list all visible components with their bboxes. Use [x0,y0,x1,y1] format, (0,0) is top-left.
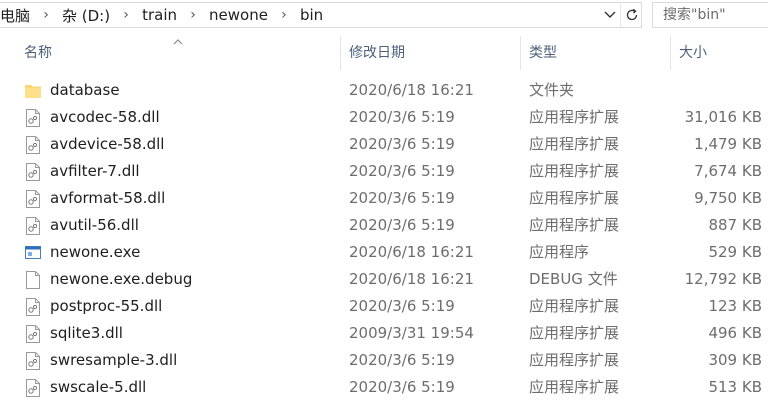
sort-ascending-icon [173,39,183,45]
file-name: avcodec-58.dll [50,108,160,126]
file-row[interactable]: avdevice-58.dll 2020/3/6 5:19 应用程序扩展 1,4… [0,131,768,158]
file-date: 2020/3/6 5:19 [349,189,455,207]
column-header-date[interactable]: 修改日期 [349,36,405,70]
dll-icon [26,298,40,316]
file-date: 2020/3/6 5:19 [349,162,455,180]
file-type: 应用程序扩展 [529,135,620,153]
search-input[interactable]: 搜索"bin" [652,2,768,28]
dll-icon [26,379,40,397]
file-row[interactable]: database 2020/6/18 16:21 文件夹 [0,77,768,104]
file-size: 31,016 KB [684,108,762,126]
file-type: 应用程序扩展 [529,351,620,369]
file-date: 2020/3/6 5:19 [349,135,455,153]
file-type: 应用程序扩展 [529,189,620,207]
file-type: 应用程序扩展 [529,162,620,180]
file-date: 2020/3/6 5:19 [349,378,455,396]
folder-icon [25,85,41,98]
file-explorer: 电脑 › 杂 (D:) › train › newone › bin 搜索"bi… [0,0,768,404]
file-row[interactable]: avformat-58.dll 2020/3/6 5:19 应用程序扩展 9,7… [0,185,768,212]
file-type: 应用程序扩展 [529,378,620,396]
file-size: 123 KB [708,297,762,315]
exe-icon [25,246,41,259]
file-size: 12,792 KB [684,270,762,288]
file-type: 应用程序扩展 [529,297,620,315]
breadcrumb: 电脑 › 杂 (D:) › train › newone › bin [0,3,325,27]
file-size: 309 KB [708,351,762,369]
file-name: swscale-5.dll [50,378,147,396]
breadcrumb-separator[interactable]: › [270,7,298,23]
column-divider[interactable] [340,36,341,70]
file-date: 2020/3/6 5:19 [349,297,455,315]
breadcrumb-item-newone[interactable]: newone [207,6,270,24]
breadcrumb-item-bin[interactable]: bin [298,6,325,24]
file-size: 7,674 KB [694,162,762,180]
dll-icon [26,163,40,181]
file-list: database 2020/6/18 16:21 文件夹 avcodec-58.… [0,77,768,401]
file-date: 2020/3/6 5:19 [349,108,455,126]
file-name: avutil-56.dll [50,216,139,234]
column-header-type[interactable]: 类型 [529,36,557,70]
dll-icon [26,352,40,370]
refresh-icon [626,8,638,21]
address-row: 电脑 › 杂 (D:) › train › newone › bin 搜索"bi… [0,0,768,30]
file-row[interactable]: sqlite3.dll 2009/3/31 19:54 应用程序扩展 496 K… [0,320,768,347]
file-type: 应用程序扩展 [529,108,620,126]
file-type: 文件夹 [529,81,575,99]
file-size: 496 KB [708,324,762,342]
file-date: 2020/6/18 16:21 [349,270,474,288]
column-divider[interactable] [670,36,671,70]
breadcrumb-item-pc[interactable]: 电脑 [0,5,32,26]
file-date: 2009/3/31 19:54 [349,324,474,342]
file-name: newone.exe [50,243,141,261]
dll-icon [26,190,40,208]
file-name: postproc-55.dll [50,297,163,315]
chevron-down-icon [604,11,616,18]
file-name: database [50,81,120,99]
breadcrumb-separator[interactable]: › [179,7,207,23]
column-header-row: 名称 修改日期 类型 大小 [0,36,768,70]
column-header-name[interactable]: 名称 [24,36,52,70]
file-date: 2020/6/18 16:21 [349,243,474,261]
file-row[interactable]: swresample-3.dll 2020/3/6 5:19 应用程序扩展 30… [0,347,768,374]
dll-icon [26,136,40,154]
file-type: DEBUG 文件 [529,270,618,288]
address-history-dropdown[interactable] [600,5,620,25]
file-type: 应用程序 [529,243,590,261]
file-size: 529 KB [708,243,762,261]
file-row[interactable]: newone.exe.debug 2020/6/18 16:21 DEBUG 文… [0,266,768,293]
breadcrumb-item-train[interactable]: train [140,6,179,24]
dll-icon [26,217,40,235]
breadcrumb-separator[interactable]: › [32,7,60,23]
file-type: 应用程序扩展 [529,324,620,342]
file-row[interactable]: swscale-5.dll 2020/3/6 5:19 应用程序扩展 513 K… [0,374,768,401]
file-size: 1,479 KB [694,135,762,153]
breadcrumb-item-drive[interactable]: 杂 (D:) [60,5,112,26]
file-date: 2020/3/6 5:19 [349,351,455,369]
file-date: 2020/3/6 5:19 [349,216,455,234]
address-bar[interactable]: 电脑 › 杂 (D:) › train › newone › bin [0,2,642,28]
file-date: 2020/6/18 16:21 [349,81,474,99]
file-name: swresample-3.dll [50,351,178,369]
file-size: 9,750 KB [694,189,762,207]
file-row[interactable]: avutil-56.dll 2020/3/6 5:19 应用程序扩展 887 K… [0,212,768,239]
column-header-size[interactable]: 大小 [679,36,707,70]
file-name: newone.exe.debug [50,270,193,288]
file-name: avformat-58.dll [50,189,166,207]
file-type: 应用程序扩展 [529,216,620,234]
file-row[interactable]: avfilter-7.dll 2020/3/6 5:19 应用程序扩展 7,67… [0,158,768,185]
file-row[interactable]: postproc-55.dll 2020/3/6 5:19 应用程序扩展 123… [0,293,768,320]
dll-icon [26,109,40,127]
file-row[interactable]: newone.exe 2020/6/18 16:21 应用程序 529 KB [0,239,768,266]
column-divider[interactable] [520,36,521,70]
file-row[interactable]: avcodec-58.dll 2020/3/6 5:19 应用程序扩展 31,0… [0,104,768,131]
file-name: sqlite3.dll [50,324,123,342]
file-size: 887 KB [708,216,762,234]
refresh-button[interactable] [620,4,643,26]
breadcrumb-separator[interactable]: › [112,7,140,23]
dll-icon [26,325,40,343]
file-name: avdevice-58.dll [50,135,165,153]
file-size: 513 KB [708,378,762,396]
file-name: avfilter-7.dll [50,162,140,180]
file-icon [26,271,40,289]
